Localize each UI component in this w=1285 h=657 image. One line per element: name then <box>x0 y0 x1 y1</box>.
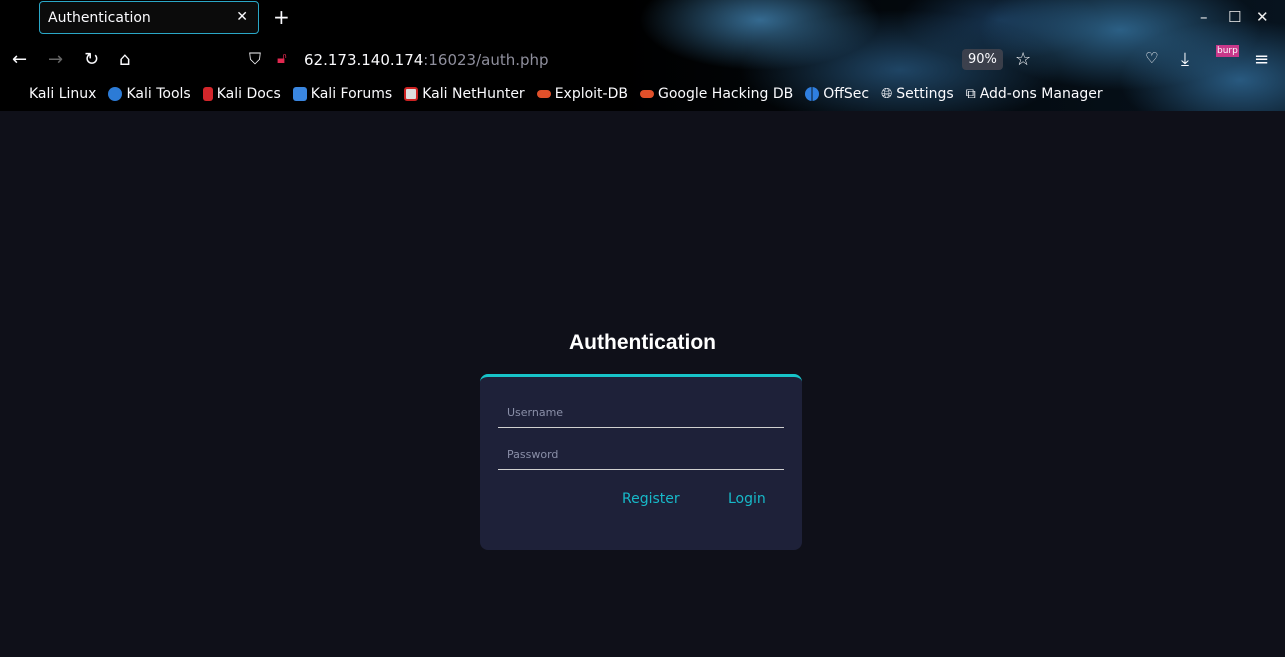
close-window-icon[interactable]: ✕ <box>1256 8 1269 26</box>
kali-tools-icon <box>108 87 123 101</box>
bookmark-kali-nethunter[interactable]: Kali NetHunter <box>404 86 525 102</box>
auth-card: Username Password Register Login <box>480 374 802 550</box>
insecure-lock-icon[interactable]: 🔓︎ <box>277 49 287 67</box>
kali-docs-icon <box>202 87 213 101</box>
kali-forums-icon <box>292 87 307 101</box>
bookmark-settings[interactable]: 🌐︎ Settings <box>881 86 954 102</box>
new-tab-icon[interactable]: + <box>273 5 290 29</box>
bookmark-addons-manager[interactable]: ⧉ Add-ons Manager <box>966 86 1103 102</box>
tab-title: Authentication <box>48 10 151 26</box>
puzzle-icon: ⧉ <box>965 86 976 102</box>
shield-icon[interactable]: ⛉ <box>249 49 261 69</box>
url-path: :16023/auth.php <box>423 51 549 69</box>
bookmark-exploit-db[interactable]: Exploit-DB <box>536 86 628 102</box>
bookmark-kali-forums[interactable]: Kali Forums <box>292 86 392 102</box>
bookmark-kali-linux[interactable]: Kali Linux <box>29 86 96 102</box>
nethunter-icon <box>404 87 419 101</box>
minimize-icon[interactable]: – <box>1200 8 1208 26</box>
forward-icon[interactable]: → <box>48 49 63 70</box>
close-tab-icon[interactable]: ✕ <box>236 9 248 25</box>
browser-chrome: Authentication ✕ + – ☐ ✕ ← → ↻ ⌂ ⛉ 🔓︎ 62… <box>0 0 1285 111</box>
offsec-icon <box>805 87 820 101</box>
url-host: 62.173.140.174 <box>304 51 424 69</box>
tab-authentication[interactable]: Authentication ✕ <box>39 1 259 34</box>
username-input[interactable]: Username <box>498 394 784 428</box>
url-bar[interactable]: 62.173.140.174:16023/auth.php <box>304 51 549 69</box>
zoom-level[interactable]: 90% <box>962 49 1003 70</box>
burp-extension-icon[interactable]: burp <box>1216 45 1239 57</box>
pocket-icon[interactable]: ♡ <box>1145 49 1158 67</box>
password-input[interactable]: Password <box>498 436 784 470</box>
back-icon[interactable]: ← <box>12 49 27 70</box>
bookmark-google-hacking-db[interactable]: Google Hacking DB <box>639 86 793 102</box>
bookmark-kali-docs[interactable]: Kali Docs <box>202 86 281 102</box>
menu-icon[interactable]: ≡ <box>1254 49 1269 70</box>
bookmark-star-icon[interactable]: ☆ <box>1015 49 1031 70</box>
maximize-icon[interactable]: ☐ <box>1228 8 1241 26</box>
home-icon[interactable]: ⌂ <box>119 49 130 70</box>
exploit-db-icon <box>536 90 551 98</box>
register-button[interactable]: Register <box>622 491 680 507</box>
reload-icon[interactable]: ↻ <box>84 49 99 70</box>
bookmark-kali-tools[interactable]: Kali Tools <box>108 86 191 102</box>
ghdb-icon <box>639 90 654 98</box>
bookmark-offsec[interactable]: OffSec <box>805 86 869 102</box>
page-title: Authentication <box>569 331 716 354</box>
download-icon[interactable]: ⤓ <box>1181 49 1189 70</box>
globe-icon: 🌐︎ <box>881 86 893 102</box>
login-button[interactable]: Login <box>728 491 766 507</box>
bookmarks-bar: Kali Linux Kali Tools Kali Docs Kali For… <box>12 86 1103 102</box>
